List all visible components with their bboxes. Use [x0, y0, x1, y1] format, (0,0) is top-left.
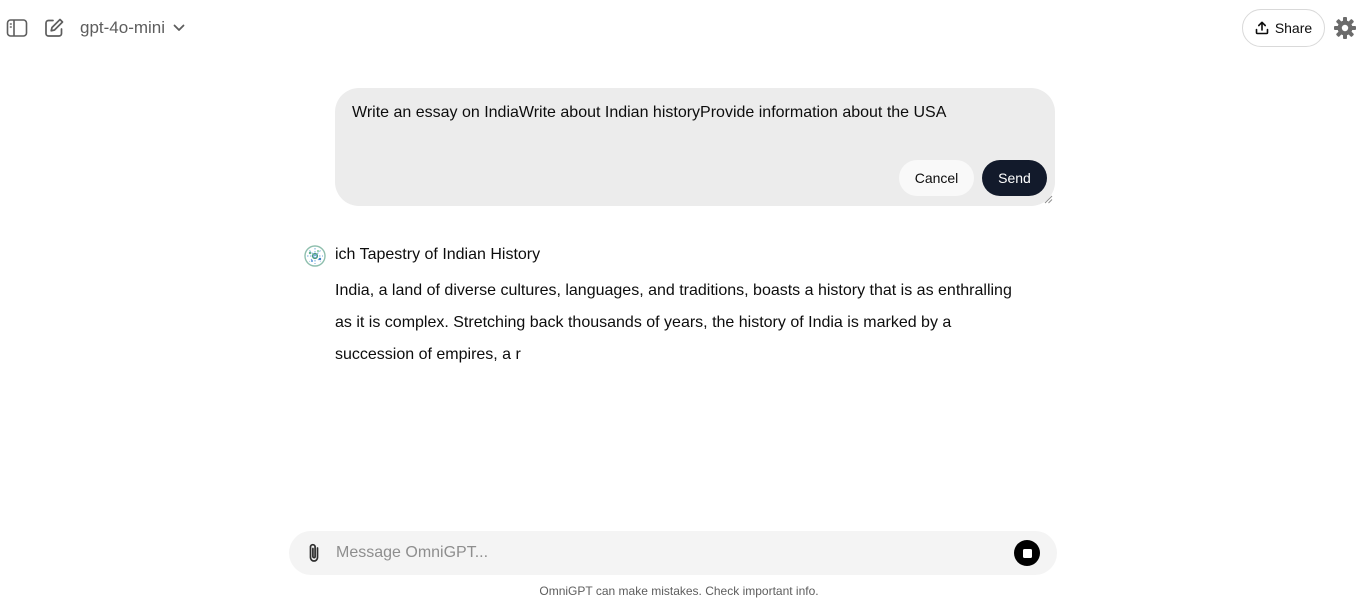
disclaimer: OmniGPT can make mistakes. Check importa…	[539, 584, 819, 598]
sidebar-toggle-button[interactable]	[5, 17, 29, 39]
stop-button[interactable]	[1014, 540, 1040, 566]
share-upload-icon	[1255, 21, 1269, 35]
response-line: succession of empires, a r	[335, 346, 521, 363]
assistant-avatar-icon	[304, 245, 326, 267]
settings-button[interactable]	[1333, 16, 1357, 40]
response-line: as it is complex. Stretching back thousa…	[335, 314, 952, 331]
send-button[interactable]: Send	[982, 160, 1047, 196]
paperclip-icon	[309, 543, 319, 562]
response-body: India, a land of diverse cultures, langu…	[335, 275, 1055, 371]
share-button[interactable]: Share	[1242, 9, 1325, 47]
chevron-down-icon	[173, 24, 185, 31]
message-input[interactable]	[336, 539, 996, 567]
new-chat-icon	[45, 18, 64, 37]
model-name: gpt-4o-mini	[80, 18, 166, 37]
new-chat-button[interactable]	[42, 17, 66, 39]
model-selector[interactable]: gpt-4o-mini	[80, 16, 185, 40]
gear-icon	[1334, 17, 1356, 39]
share-label: Share	[1274, 20, 1313, 36]
sidebar-toggle-icon	[6, 19, 28, 37]
edit-message-box[interactable]: Write an essay on IndiaWrite about India…	[335, 88, 1055, 206]
stop-icon	[1022, 548, 1032, 558]
top-bar: gpt-4o-mini Share	[0, 0, 1358, 56]
response-line: India, a land of diverse cultures, langu…	[335, 282, 1012, 299]
cancel-button[interactable]: Cancel	[899, 160, 974, 196]
message-composer	[289, 531, 1057, 575]
response-heading: ich Tapestry of Indian History	[335, 246, 541, 263]
edit-message-text[interactable]: Write an essay on IndiaWrite about India…	[352, 104, 946, 122]
resize-handle-icon[interactable]	[1044, 195, 1053, 204]
attach-button[interactable]	[304, 541, 324, 565]
